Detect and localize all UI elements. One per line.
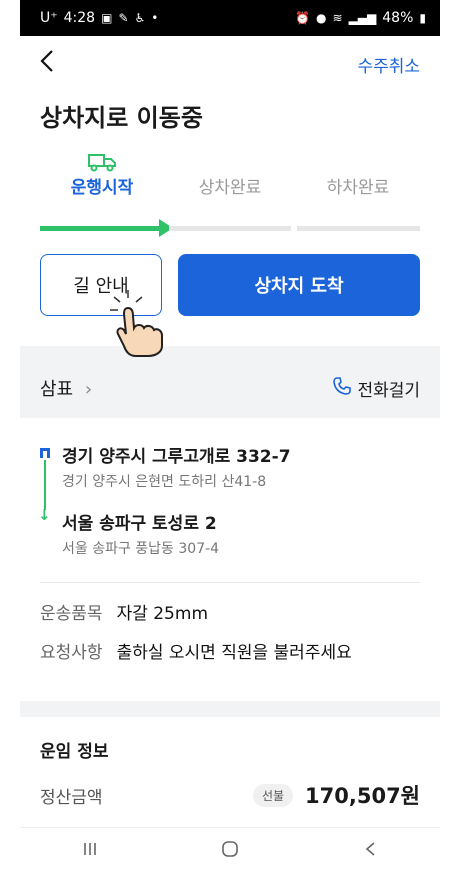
action-buttons: 길 안내 상차지 도착 xyxy=(20,254,440,316)
pen-icon: ✎ xyxy=(118,11,129,25)
tap-hand-icon xyxy=(106,288,170,362)
fare-row: 정산금액 선불 170,507원 xyxy=(40,780,420,810)
battery-icon: ▮ xyxy=(419,11,426,25)
progress-bar xyxy=(20,218,440,238)
route-info: ↓ 경기 양주시 그루고개로 332-7 경기 양주시 은현면 도하리 산41-… xyxy=(20,418,440,582)
goods-info: 운송품목 자갈 25mm 요청사항 출하실 오시면 직원을 불러주세요 xyxy=(20,583,440,701)
step-label: 하차완료 xyxy=(326,178,390,198)
status-right: ⏰ ● ≋ ▂▄▆ 48% ▮ xyxy=(295,10,426,26)
destination-road-address: 서울 송파구 토성로 2 xyxy=(62,514,217,534)
fare-title: 운임 정보 xyxy=(40,742,109,762)
shipper-row: 삼표 › 전화걸기 xyxy=(20,366,440,418)
goods-item-value: 자갈 25mm xyxy=(116,604,208,624)
fare-info: 운임 정보 정산금액 선불 170,507원 xyxy=(20,717,440,810)
wifi-icon: ≋ xyxy=(332,11,343,25)
origin-stop: 경기 양주시 그루고개로 332-7 경기 양주시 은현면 도하리 산41-8 xyxy=(40,442,420,491)
step-start: 운행시작 xyxy=(40,150,164,204)
phone-icon xyxy=(333,377,352,399)
home-icon[interactable] xyxy=(200,840,260,862)
goods-item-row: 운송품목 자갈 25mm xyxy=(40,599,420,624)
step-unloaded: 하차완료 xyxy=(296,150,420,204)
battery-label: 48% xyxy=(382,10,414,26)
shipper-name: 삼표 xyxy=(40,379,74,400)
cancel-order-button[interactable]: 수주취소 xyxy=(357,52,420,77)
request-value: 출하실 오시면 직원을 불러주세요 xyxy=(116,643,352,663)
progress-segment-active xyxy=(40,218,173,237)
progress-steps: 운행시작 상차완료 하차완료 xyxy=(20,150,440,204)
step-loaded: 상차완료 xyxy=(168,150,292,204)
location-icon: ● xyxy=(316,11,327,25)
arrive-pickup-button[interactable]: 상차지 도착 xyxy=(178,254,420,316)
system-nav-bar xyxy=(20,827,440,873)
request-key: 요청사항 xyxy=(40,643,103,663)
origin-road-address: 경기 양주시 그루고개로 332-7 xyxy=(62,447,291,467)
goods-item-key: 운송품목 xyxy=(40,604,103,624)
back-icon[interactable] xyxy=(40,49,54,80)
header: 수주취소 xyxy=(20,36,440,92)
back-nav-icon[interactable] xyxy=(340,841,400,861)
request-row: 요청사항 출하실 오시면 직원을 불러주세요 xyxy=(40,638,420,663)
status-bar: U⁺ 4:28 ▣ ✎ ♿ • ⏰ ● ≋ ▂▄▆ 48% ▮ xyxy=(20,0,440,36)
fare-amount-group: 선불 170,507원 xyxy=(252,780,420,810)
time-label: 4:28 xyxy=(63,10,96,26)
progress-segment xyxy=(297,225,421,231)
origin-lot-address: 경기 양주시 은현면 도하리 산41-8 xyxy=(62,474,267,490)
section-divider xyxy=(20,346,440,366)
page-title: 상차지로 이동중 xyxy=(40,104,203,132)
fare-amount: 170,507원 xyxy=(305,784,420,808)
destination-stop: 서울 송파구 토성로 2 서울 송파구 풍납동 307-4 xyxy=(40,509,420,558)
call-button[interactable]: 전화걸기 xyxy=(333,376,420,401)
call-label: 전화걸기 xyxy=(357,380,420,401)
app-screen: U⁺ 4:28 ▣ ✎ ♿ • ⏰ ● ≋ ▂▄▆ 48% ▮ 수주취소 상차지… xyxy=(20,0,440,873)
shipper-name-link[interactable]: 삼표 › xyxy=(40,375,92,401)
gallery-icon: ▣ xyxy=(101,11,113,25)
step-label: 운행시작 xyxy=(70,178,134,198)
dot-icon: • xyxy=(151,11,159,25)
destination-lot-address: 서울 송파구 풍납동 307-4 xyxy=(62,541,220,557)
carrier-label: U⁺ xyxy=(40,10,58,26)
chevron-right-icon: › xyxy=(84,379,93,400)
status-left: U⁺ 4:28 ▣ ✎ ♿ • xyxy=(40,10,158,26)
alarm-icon: ⏰ xyxy=(295,11,311,25)
prepaid-badge: 선불 xyxy=(252,783,294,807)
section-divider xyxy=(20,701,440,717)
progress-segment xyxy=(168,225,292,231)
accessibility-icon: ♿ xyxy=(134,11,146,25)
step-label: 상차완료 xyxy=(198,178,262,198)
fare-amount-key: 정산금액 xyxy=(40,787,103,808)
recent-apps-icon[interactable] xyxy=(60,841,120,860)
signal-icon: ▂▄▆ xyxy=(348,11,377,25)
